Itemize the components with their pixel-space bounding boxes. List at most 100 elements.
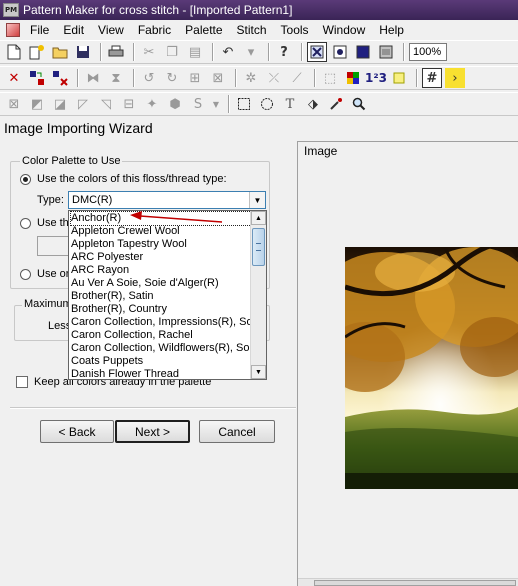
radio-floss-type[interactable] (20, 174, 31, 185)
menu-edit[interactable]: Edit (57, 23, 92, 37)
backstitch-icon[interactable]: ⟋ (287, 68, 307, 88)
menu-file[interactable]: File (24, 23, 57, 37)
title-bar: PM Pattern Maker for cross stitch - [Imp… (0, 0, 518, 20)
menu-stitch[interactable]: Stitch (231, 23, 275, 37)
menu-tools[interactable]: Tools (275, 23, 317, 37)
radio-only-palette[interactable] (20, 269, 31, 280)
floss-type-dropdown[interactable]: Anchor(R) Appleton Crewel Wool Appleton … (68, 210, 267, 380)
eyedropper-icon[interactable] (326, 94, 346, 114)
undo-icon[interactable]: ↶ (218, 42, 238, 62)
image-horizontal-scrollbar[interactable] (298, 578, 518, 586)
full-stitch-icon[interactable]: ⊠ (4, 94, 24, 114)
list-item[interactable]: ARC Rayon (71, 264, 251, 277)
curve-icon[interactable]: S (188, 94, 208, 114)
scroll-down-icon[interactable]: ▼ (251, 365, 266, 379)
rotate-left-icon[interactable]: ↺ (139, 68, 159, 88)
keep-colors-checkbox[interactable] (16, 376, 28, 388)
flip-horizontal-icon[interactable]: ⧓ (83, 68, 103, 88)
type-label: Type: (37, 194, 64, 206)
rotate-right-icon[interactable]: ↻ (162, 68, 182, 88)
menu-palette[interactable]: Palette (179, 23, 230, 37)
highlight-icon[interactable] (389, 68, 409, 88)
fill-tool-icon[interactable]: ⬗ (303, 94, 323, 114)
palette-name-field[interactable] (37, 236, 69, 256)
print-icon[interactable] (106, 42, 126, 62)
text-tool-icon[interactable]: T (280, 94, 300, 114)
stitch-pattern-icon[interactable]: ✲ (241, 68, 261, 88)
menu-view[interactable]: View (92, 23, 132, 37)
number-symbols-icon[interactable]: 1²3 (365, 68, 387, 88)
menu-window[interactable]: Window (317, 23, 374, 37)
next-button[interactable]: Next > (115, 420, 190, 443)
new-file-icon[interactable] (4, 42, 24, 62)
petite-stitch-icon[interactable]: ⊟ (119, 94, 139, 114)
half-stitch-up-icon[interactable]: ◩ (27, 94, 47, 114)
scroll-thumb[interactable] (252, 228, 265, 266)
rect-select-icon[interactable] (234, 94, 254, 114)
quarter-stitch-icon[interactable]: ◸ (73, 94, 93, 114)
new-pattern-icon[interactable] (27, 42, 47, 62)
block-view-icon[interactable] (353, 42, 373, 62)
zoom-tool-icon[interactable] (349, 94, 369, 114)
list-item[interactable]: Caron Collection, Rachel (71, 329, 251, 342)
list-item[interactable]: Danish Flower Thread (71, 368, 251, 379)
three-quarter-stitch-icon[interactable]: ◹ (96, 94, 116, 114)
list-item[interactable]: Appleton Tapestry Wool (71, 238, 251, 251)
grid-icon[interactable]: # (422, 68, 442, 88)
menu-help[interactable]: Help (373, 23, 412, 37)
palette-icon[interactable] (343, 68, 363, 88)
scroll-thumb[interactable] (314, 580, 516, 586)
standard-toolbar: ✂ ❐ ▤ ↶ ▾ ? 100% (0, 40, 518, 64)
save-icon[interactable] (73, 42, 93, 62)
list-item[interactable]: Brother(R), Satin (71, 290, 251, 303)
list-item[interactable]: Caron Collection, Wildflowers(R), Solid (71, 342, 251, 355)
menu-fabric[interactable]: Fabric (132, 23, 179, 37)
realistic-view-icon[interactable] (376, 42, 396, 62)
list-item[interactable]: ARC Polyester (71, 251, 251, 264)
dropdown-scrollbar[interactable]: ▲ ▼ (250, 211, 266, 379)
symbol-view-icon[interactable] (330, 42, 350, 62)
scroll-up-icon[interactable]: ▲ (251, 211, 266, 225)
stitch-mode-icon[interactable] (307, 42, 327, 62)
drawing-toolbar: ⊠ ◩ ◪ ◸ ◹ ⊟ ✦ ⬢ S ▼ T ⬗ (0, 92, 518, 116)
delete-icon[interactable]: ✕ (4, 68, 24, 88)
chevron-down-icon[interactable]: ▼ (249, 192, 265, 208)
this-palette-option-label: Use th (37, 217, 69, 229)
back-button[interactable]: < Back (40, 420, 114, 443)
paste-icon[interactable]: ▤ (185, 42, 205, 62)
bead-icon[interactable]: ⬢ (165, 94, 185, 114)
redo-icon[interactable]: ▾ (241, 42, 261, 62)
mirror-icon[interactable]: ⊠ (208, 68, 228, 88)
edit-toolbar: ✕ ⧓ ⧗ ↺ ↻ ⊞ ⊠ ✲ ⤫ ⟋ ⬚ 1²3 # › (0, 66, 518, 90)
radio-this-palette[interactable] (20, 218, 31, 229)
overflow-chevron-icon[interactable]: › (445, 68, 465, 88)
list-item[interactable]: Brother(R), Country (71, 303, 251, 316)
app-icon: PM (3, 3, 19, 17)
document-icon[interactable] (6, 22, 20, 37)
copy-icon[interactable]: ❐ (162, 42, 182, 62)
half-stitch-icon[interactable]: ⤫ (264, 68, 284, 88)
cancel-button[interactable]: Cancel (199, 420, 275, 443)
open-folder-icon[interactable] (50, 42, 70, 62)
toolbar-separator (77, 69, 79, 87)
floss-type-option-label: Use the colors of this floss/thread type… (37, 173, 227, 185)
list-item[interactable]: Appleton Crewel Wool (71, 225, 251, 238)
swap-color-icon[interactable] (27, 68, 47, 88)
list-item[interactable]: Au Ver A Soie, Soie d'Alger(R) (71, 277, 251, 290)
list-item[interactable]: Caron Collection, Impressions(R), Solid (71, 316, 251, 329)
cut-icon[interactable]: ✂ (139, 42, 159, 62)
list-item[interactable]: Coats Puppets (71, 355, 251, 368)
french-knot-icon[interactable]: ✦ (142, 94, 162, 114)
palette-group-label: Color Palette to Use (20, 155, 123, 167)
toolbar-separator (235, 69, 237, 87)
half-stitch-down-icon[interactable]: ◪ (50, 94, 70, 114)
lasso-select-icon[interactable] (257, 94, 277, 114)
help-icon[interactable]: ? (274, 42, 294, 62)
grid-select-icon[interactable]: ⊞ (185, 68, 205, 88)
zoom-combo[interactable]: 100% (409, 43, 447, 61)
flip-vertical-icon[interactable]: ⧗ (106, 68, 126, 88)
dropdown-arrow-icon[interactable]: ▼ (211, 94, 221, 114)
floss-type-select[interactable]: DMC(R) ▼ (68, 191, 266, 209)
replace-color-icon[interactable] (50, 68, 70, 88)
select-rect-icon[interactable]: ⬚ (320, 68, 340, 88)
